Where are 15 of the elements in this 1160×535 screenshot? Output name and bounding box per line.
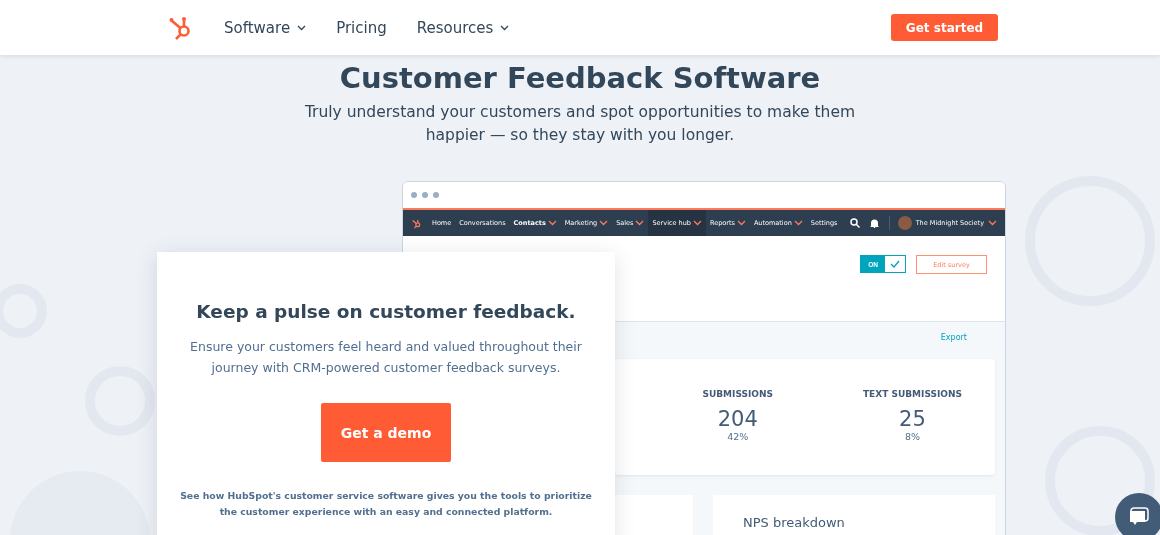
nav-menu-item[interactable]: Software (224, 18, 307, 37)
card-title: Keep a pulse on customer feedback. (196, 301, 576, 322)
card-text: Ensure your customers feel heard and valued throughout their journey with CRM-powered customer feedback surveys. (189, 338, 583, 377)
stat-percent: 8% (904, 431, 920, 443)
page-subtitle: Truly understand your customers and spot opportunities to make them happier — so they stay with you longer. (303, 102, 857, 146)
stat-label: SUBMISSIONS (702, 389, 773, 400)
nav-menu-item[interactable]: Pricing (336, 18, 387, 37)
stat-value: 204 (717, 407, 758, 432)
stat-percent: 42% (727, 431, 749, 443)
nps-title: NPS breakdown (743, 515, 845, 531)
stat-label: TEXT SUBMISSIONS (862, 389, 962, 400)
card-footnote: See how HubSpot's customer service software gives you the tools to prioritize the customer experience with an easy and connected platform. (179, 489, 593, 519)
nav-menu-item[interactable]: Resources (416, 18, 510, 37)
stat-value: 25 (899, 407, 926, 432)
page-title: Customer Feedback Software (338, 61, 822, 95)
